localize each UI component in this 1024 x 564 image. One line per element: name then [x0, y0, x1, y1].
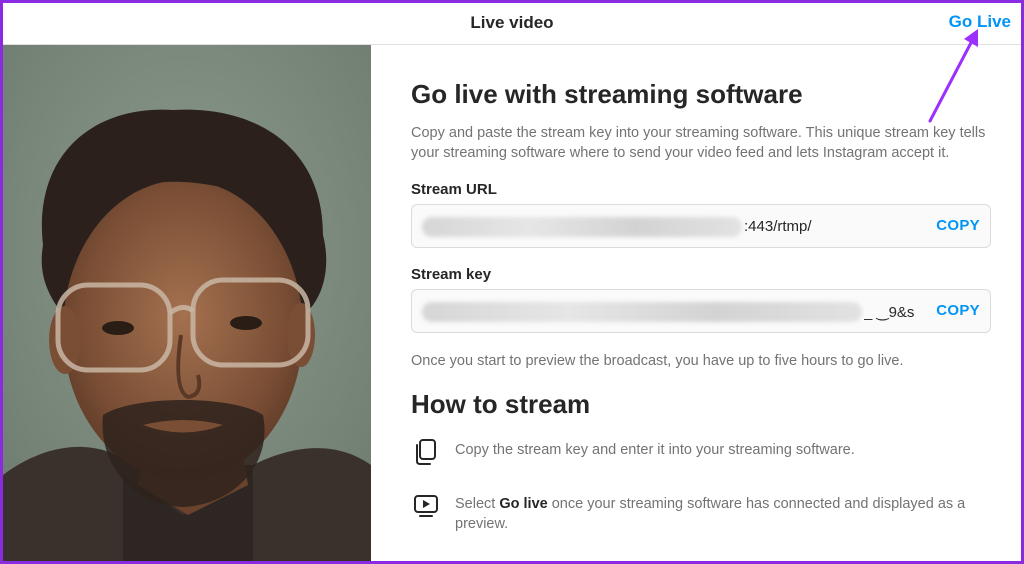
step-text: Select Go live once your streaming softw…	[455, 494, 995, 534]
copy-stream-url-button[interactable]: COPY	[936, 217, 980, 234]
live-video-window: Live video Go Live Go live with streamin…	[0, 0, 1024, 564]
step-text-part: Select	[455, 496, 500, 512]
redacted-blur	[422, 302, 862, 322]
header-bar: Live video Go Live	[3, 3, 1021, 45]
stream-key-value: _ ‿9&s	[864, 304, 915, 321]
step-copy-key: Copy the stream key and enter it into yo…	[411, 438, 991, 474]
stream-url-value: :443/rtmp/	[744, 218, 812, 235]
stream-url-label: Stream URL	[411, 181, 497, 198]
copy-stream-key-button[interactable]: COPY	[936, 302, 980, 319]
screen-play-icon	[414, 495, 438, 517]
stream-key-description: Copy and paste the stream key into your …	[411, 125, 986, 161]
stream-key-field[interactable]: _ ‿9&s COPY	[411, 289, 991, 333]
video-preview	[3, 45, 371, 561]
step-select-go-live: Select Go live once your streaming softw…	[411, 492, 991, 532]
stream-key-label: Stream key	[411, 266, 492, 283]
go-live-emphasis: Go live	[499, 496, 548, 512]
page-title: Live video	[470, 13, 554, 32]
camera-feed-image	[3, 45, 371, 561]
annotation-arrow-icon	[928, 29, 978, 123]
how-to-stream-title: How to stream	[411, 389, 591, 419]
step-text: Copy the stream key and enter it into yo…	[455, 442, 855, 458]
redacted-blur	[422, 217, 742, 237]
copy-icon	[416, 439, 436, 465]
preview-time-note: Once you start to preview the broadcast,…	[411, 353, 904, 369]
stream-url-field[interactable]: :443/rtmp/ COPY	[411, 204, 991, 248]
section-title: Go live with streaming software	[411, 79, 803, 109]
